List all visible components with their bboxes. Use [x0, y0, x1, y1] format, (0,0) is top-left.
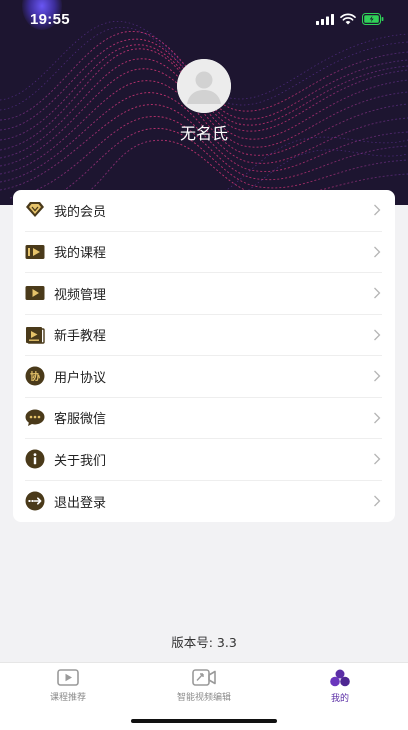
status-time: 19:55	[30, 11, 70, 28]
chevron-right-icon	[372, 286, 382, 300]
wifi-icon	[340, 13, 356, 25]
menu-item-vip[interactable]: 我的会员	[25, 190, 382, 232]
menu-label-vip: 我的会员	[54, 204, 107, 220]
video-edit-icon	[192, 669, 216, 686]
course-play-icon	[25, 242, 45, 262]
menu-label-agreement: 用户协议	[54, 370, 107, 386]
tab-course-recommend[interactable]: 课程推荐	[8, 669, 128, 703]
chevron-right-icon	[372, 452, 382, 466]
menu-item-wechat-support[interactable]: 客服微信	[25, 398, 382, 439]
logout-icon	[25, 491, 45, 511]
home-indicator	[131, 719, 277, 723]
tutorial-icon	[25, 325, 45, 345]
status-icons	[316, 13, 384, 25]
signal-icon	[316, 13, 334, 25]
menu-label-video-manage: 视频管理	[54, 287, 107, 303]
profile-screen: 19:55 无名氏 我的会员 我的课程 视频管理 新手教程 协 用户协议 客服微…	[0, 0, 408, 730]
version-text: 版本号: 3.3	[171, 635, 237, 650]
chevron-right-icon	[372, 245, 382, 259]
menu-item-about-us[interactable]: 关于我们	[25, 439, 382, 481]
chevron-right-icon	[372, 203, 382, 217]
info-icon	[25, 449, 45, 469]
profile-tab-icon	[330, 669, 350, 687]
menu-item-logout[interactable]: 退出登录	[25, 481, 382, 523]
menu-item-video-manage[interactable]: 视频管理	[25, 273, 382, 315]
tab-video-edit[interactable]: 智能视频编辑	[144, 669, 264, 703]
battery-icon	[362, 13, 384, 25]
menu-item-agreement[interactable]: 协 用户协议	[25, 356, 382, 398]
profile-header: 19:55 无名氏	[0, 0, 408, 205]
user-name[interactable]: 无名氏	[0, 120, 408, 144]
user-avatar-icon[interactable]	[177, 59, 231, 113]
tab-profile[interactable]: 我的	[280, 669, 400, 704]
status-bar: 19:55	[0, 0, 408, 40]
svg-text:协: 协	[30, 370, 40, 383]
menu-item-tutorial[interactable]: 新手教程	[25, 315, 382, 356]
menu-item-my-courses[interactable]: 我的课程	[25, 232, 382, 273]
chevron-right-icon	[372, 494, 382, 508]
tab-label-profile: 我的	[330, 694, 349, 704]
vip-diamond-icon	[25, 200, 45, 220]
tab-label-video-edit: 智能视频编辑	[176, 693, 231, 703]
course-recommend-icon	[57, 669, 79, 686]
menu-label-wechat-support: 客服微信	[54, 412, 107, 428]
tab-label-course-recommend: 课程推荐	[49, 693, 86, 703]
chat-bubble-icon	[25, 408, 45, 428]
menu-label-tutorial: 新手教程	[54, 329, 107, 345]
menu-label-about-us: 关于我们	[54, 453, 107, 469]
chevron-right-icon	[372, 369, 382, 383]
chevron-right-icon	[372, 411, 382, 425]
video-manage-icon	[25, 283, 45, 303]
agreement-icon: 协	[25, 366, 45, 386]
menu-label-logout: 退出登录	[54, 495, 107, 511]
menu-label-my-courses: 我的课程	[54, 246, 107, 262]
chevron-right-icon	[372, 328, 382, 342]
menu-card: 我的会员 我的课程 视频管理 新手教程 协 用户协议 客服微信 关于我们 退出登…	[13, 190, 395, 522]
